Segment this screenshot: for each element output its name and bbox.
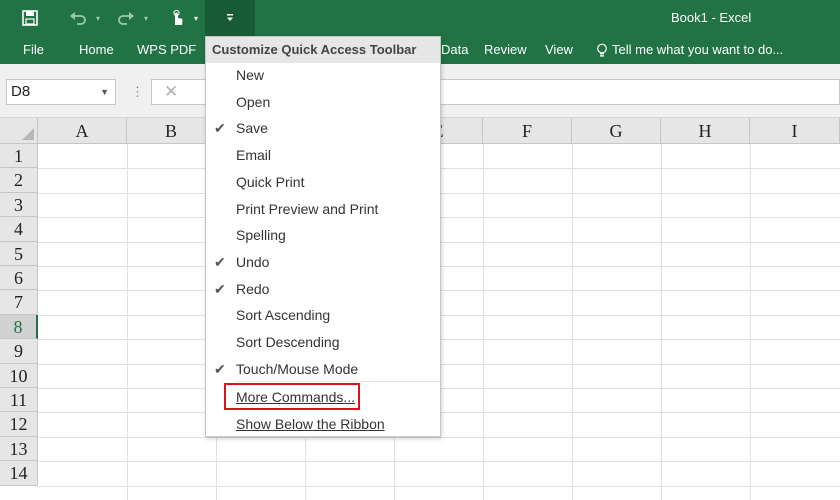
grid-line	[38, 461, 840, 463]
tab-file[interactable]: File	[23, 36, 44, 64]
menu-item-redo[interactable]: ✔ Redo	[206, 276, 440, 302]
grid-line	[483, 144, 484, 500]
menu-item-touch-mouse-mode[interactable]: ✔ Touch/Mouse Mode	[206, 356, 440, 382]
menu-item-label: Email	[236, 147, 272, 164]
tab-wps-pdf[interactable]: WPS PDF	[137, 36, 196, 64]
tab-view[interactable]: View	[545, 36, 573, 64]
menu-item-label: Undo	[236, 253, 270, 270]
menu-item-label: Quick Print	[236, 173, 305, 190]
menu-item-spelling[interactable]: Spelling	[206, 222, 440, 248]
tell-me-box[interactable]: Tell me what you want to do...	[596, 36, 783, 64]
checkmark-icon: ✔	[214, 120, 226, 137]
lightbulb-icon	[597, 43, 607, 57]
touch-dropdown-icon[interactable]: ▾	[190, 0, 202, 36]
row-header-1[interactable]: 1	[0, 144, 38, 169]
row-header-3[interactable]: 3	[0, 192, 38, 218]
cancel-icon[interactable]: ✕	[164, 82, 178, 102]
tell-me-label: Tell me what you want to do...	[612, 42, 784, 57]
customize-qat-menu: Customize Quick Access Toolbar New Open …	[205, 36, 441, 437]
tab-data[interactable]: Data	[441, 36, 468, 64]
menu-item-label: Spelling	[236, 227, 286, 244]
undo-dropdown-icon[interactable]: ▾	[92, 0, 104, 36]
window-title: Book1 - Excel	[671, 10, 752, 25]
tab-home[interactable]: Home	[79, 36, 114, 64]
menu-item-show-below-ribbon[interactable]: Show Below the Ribbon	[206, 411, 440, 437]
menu-item-print-preview[interactable]: Print Preview and Print	[206, 196, 440, 222]
menu-item-undo[interactable]: ✔ Undo	[206, 249, 440, 275]
menu-item-label: Print Preview and Print	[236, 200, 379, 217]
menu-item-label: Save	[236, 120, 268, 137]
name-box[interactable]: D8 ▼	[6, 79, 116, 105]
menu-item-label: Show Below the Ribbon	[236, 416, 385, 432]
row-header-12[interactable]: 12	[0, 412, 38, 437]
row-header-11[interactable]: 11	[0, 388, 38, 413]
row-header-2[interactable]: 2	[0, 168, 38, 193]
menu-item-label: Redo	[236, 280, 270, 297]
column-header-i[interactable]: I	[750, 118, 840, 144]
row-header-13[interactable]: 13	[0, 436, 38, 462]
row-header-10[interactable]: 10	[0, 363, 38, 388]
highlight-box	[224, 383, 360, 410]
touch-mode-icon[interactable]	[164, 0, 190, 36]
title-bar: ▾ ▾ ▾ Book1 - Excel	[0, 0, 840, 36]
column-header-f[interactable]: F	[483, 118, 572, 144]
checkmark-icon: ✔	[214, 280, 226, 297]
menu-item-sort-ascending[interactable]: Sort Ascending	[206, 302, 440, 328]
column-header-b[interactable]: B	[127, 118, 216, 144]
menu-item-label: Touch/Mouse Mode	[236, 360, 359, 377]
menu-item-open[interactable]: Open	[206, 89, 440, 115]
row-header-4[interactable]: 4	[0, 217, 38, 242]
menu-item-email[interactable]: Email	[206, 142, 440, 168]
checkmark-icon: ✔	[214, 253, 226, 270]
row-header-5[interactable]: 5	[0, 241, 38, 266]
row-header-6[interactable]: 6	[0, 266, 38, 291]
menu-item-save[interactable]: ✔ Save	[206, 115, 440, 141]
customize-qat-icon[interactable]	[205, 0, 255, 36]
grid-line	[127, 144, 128, 500]
menu-item-label: Sort Ascending	[236, 307, 331, 324]
menu-item-quick-print[interactable]: Quick Print	[206, 169, 440, 195]
excel-window: ▾ ▾ ▾ Book1 - Excel File Home WPS PDF Da…	[0, 0, 840, 500]
column-header-a[interactable]: A	[38, 118, 127, 144]
select-all-corner[interactable]	[0, 118, 38, 144]
menu-item-label: Sort Descending	[236, 334, 340, 350]
undo-icon[interactable]	[64, 0, 92, 36]
redo-dropdown-icon[interactable]: ▾	[140, 0, 152, 36]
row-header-14[interactable]: 14	[0, 461, 38, 486]
menu-title: Customize Quick Access Toolbar	[206, 37, 440, 63]
column-header-h[interactable]: H	[661, 118, 750, 144]
grid-line	[38, 485, 840, 487]
menu-item-sort-descending[interactable]: Sort Descending	[206, 329, 440, 355]
grid-line	[750, 144, 751, 500]
chevron-down-icon[interactable]: ▼	[100, 80, 109, 104]
row-header-8[interactable]: 8	[0, 314, 38, 340]
checkmark-icon: ✔	[214, 360, 226, 377]
grid-line	[661, 144, 662, 500]
menu-item-label: New	[236, 67, 265, 83]
menu-separator	[236, 381, 440, 382]
menu-item-label: Open	[236, 93, 271, 110]
row-header-7[interactable]: 7	[0, 290, 38, 315]
column-header-g[interactable]: G	[572, 118, 661, 144]
menu-item-new[interactable]: New	[206, 62, 440, 88]
name-box-value: D8	[11, 83, 31, 100]
save-icon[interactable]	[14, 0, 46, 36]
select-all-icon	[22, 128, 34, 140]
vertical-dots-icon[interactable]: ⋮	[131, 84, 144, 100]
row-header-9[interactable]: 9	[0, 339, 38, 364]
tab-review[interactable]: Review	[484, 36, 527, 64]
redo-icon[interactable]	[112, 0, 140, 36]
grid-line	[572, 144, 573, 500]
